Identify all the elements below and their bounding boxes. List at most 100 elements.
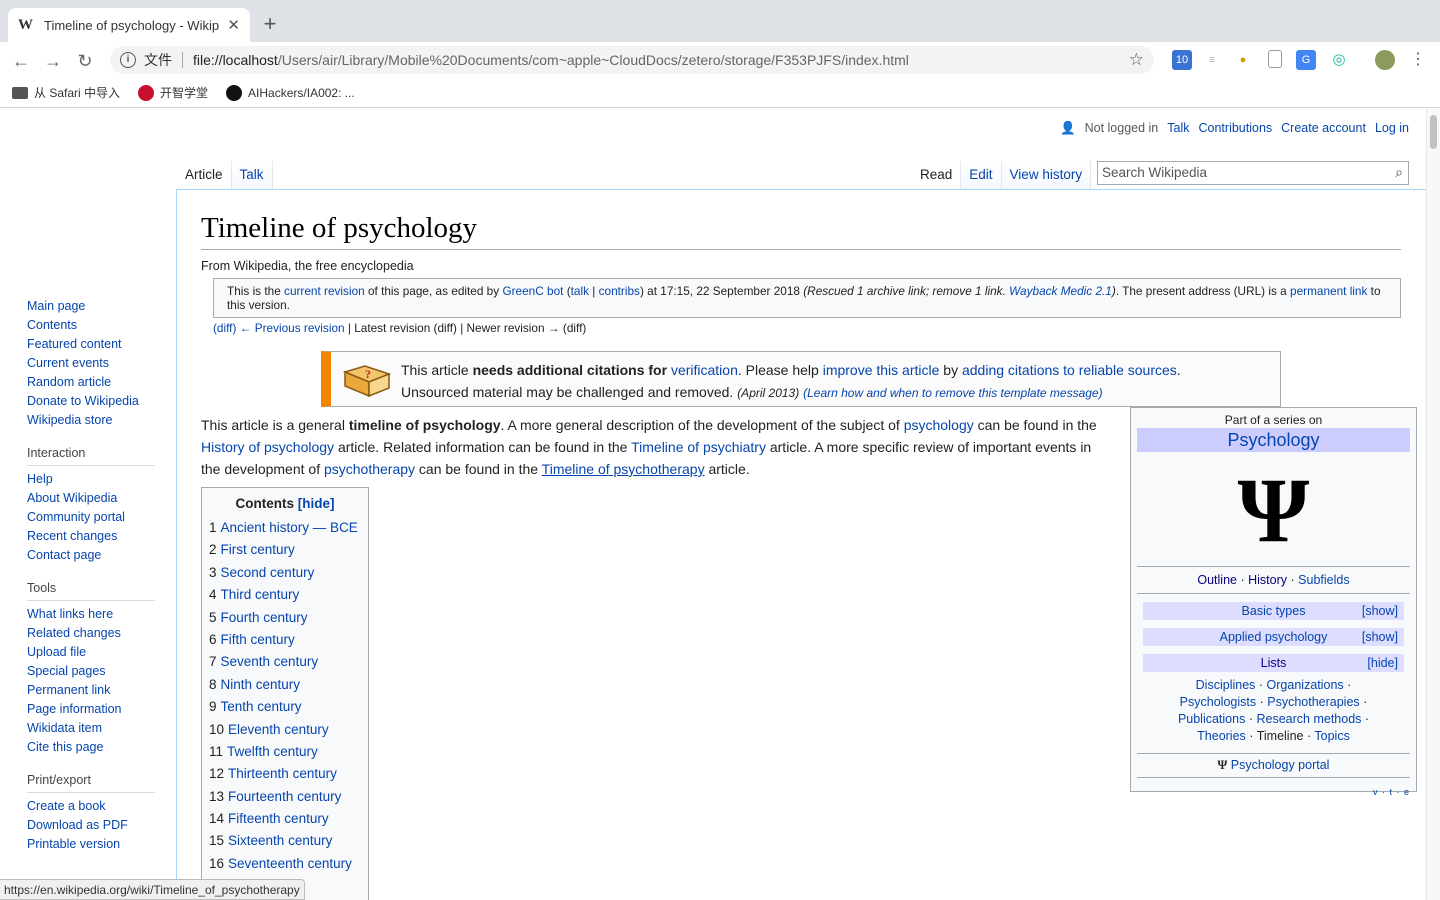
- bookmark-import[interactable]: 从 Safari 中导入: [12, 84, 120, 101]
- search-icon[interactable]: ⌕: [1395, 164, 1403, 181]
- organizations-link[interactable]: Organizations: [1267, 678, 1344, 692]
- translate-icon[interactable]: G: [1296, 50, 1316, 70]
- sidebar-item-random[interactable]: Random article: [27, 373, 157, 392]
- toc-link[interactable]: Fifth century: [221, 632, 295, 647]
- sidebar-item-printable[interactable]: Printable version: [27, 835, 157, 854]
- sidebar-item-cite[interactable]: Cite this page: [27, 738, 157, 757]
- timeline-psychotherapy-link[interactable]: Timeline of psychotherapy: [542, 461, 705, 477]
- timeline-psychiatry-link[interactable]: Timeline of psychiatry: [631, 439, 766, 455]
- show-toggle[interactable]: [show]: [1362, 628, 1398, 646]
- sidebar-item-permanent[interactable]: Permanent link: [27, 681, 157, 700]
- current-revision-link[interactable]: current revision: [284, 284, 365, 298]
- toc-link[interactable]: Seventh century: [221, 654, 319, 669]
- show-toggle[interactable]: [show]: [1362, 602, 1398, 620]
- toc-item[interactable]: 16 Seventeenth century: [209, 853, 361, 875]
- editor-talk-link[interactable]: talk: [571, 284, 589, 298]
- section-applied[interactable]: Applied psychology [show]: [1143, 628, 1404, 646]
- tab-article[interactable]: Article: [177, 161, 232, 189]
- section-lists[interactable]: Lists [hide]: [1143, 654, 1404, 672]
- tab-read[interactable]: Read: [912, 161, 962, 189]
- toc-item[interactable]: 15 Sixteenth century: [209, 830, 361, 852]
- disciplines-link[interactable]: Disciplines: [1196, 678, 1256, 692]
- toc-link[interactable]: Fifteenth century: [228, 811, 329, 826]
- forward-icon[interactable]: →: [40, 48, 66, 74]
- verification-link[interactable]: verification: [671, 362, 738, 378]
- tab-edit[interactable]: Edit: [961, 161, 1002, 189]
- toc-item[interactable]: 8 Ninth century: [209, 674, 361, 696]
- sidebar-item-donate[interactable]: Donate to Wikipedia: [27, 392, 157, 411]
- sidebar-item-special[interactable]: Special pages: [27, 662, 157, 681]
- toc-link[interactable]: Seventeenth century: [228, 856, 352, 871]
- topics-link[interactable]: Topics: [1314, 729, 1349, 743]
- psychotherapy-link[interactable]: psychotherapy: [324, 461, 415, 477]
- sidebar-item-contact[interactable]: Contact page: [27, 546, 157, 565]
- search-input[interactable]: Search Wikipedia ⌕: [1097, 161, 1409, 185]
- address-bar[interactable]: i 文件 file://localhost/Users/air/Library/…: [110, 46, 1154, 74]
- history-link[interactable]: History: [1248, 573, 1287, 587]
- toc-item[interactable]: 6 Fifth century: [209, 629, 361, 651]
- close-tab-icon[interactable]: ✕: [227, 16, 240, 34]
- series-title-link[interactable]: Psychology: [1137, 428, 1410, 452]
- toc-link[interactable]: Fourth century: [221, 610, 308, 625]
- publications-link[interactable]: Publications: [1178, 712, 1245, 726]
- browser-tab[interactable]: W Timeline of psychology - Wikip ✕: [8, 8, 250, 42]
- sidebar-item-create-book[interactable]: Create a book: [27, 797, 157, 816]
- bookmark-star-icon[interactable]: ☆: [1129, 50, 1144, 70]
- applied-psychology-link[interactable]: Applied psychology: [1220, 630, 1328, 644]
- toc-item[interactable]: 10 Eleventh century: [209, 719, 361, 741]
- profile-avatar[interactable]: [1375, 50, 1395, 70]
- log-in-link[interactable]: Log in: [1375, 121, 1409, 136]
- sidebar-item-recent-changes[interactable]: Recent changes: [27, 527, 157, 546]
- psychology-link[interactable]: psychology: [904, 417, 974, 433]
- toc-item[interactable]: 1 Ancient history — BCE: [209, 517, 361, 539]
- editor-contribs-link[interactable]: contribs: [599, 284, 640, 298]
- sidebar-item-wikidata[interactable]: Wikidata item: [27, 719, 157, 738]
- toc-item[interactable]: 4 Third century: [209, 584, 361, 606]
- tab-talk[interactable]: Talk: [231, 161, 273, 189]
- info-icon[interactable]: i: [120, 52, 136, 68]
- section-basic-types[interactable]: Basic types [show]: [1143, 602, 1404, 620]
- toc-link[interactable]: Eleventh century: [228, 722, 329, 737]
- psychotherapies-link[interactable]: Psychotherapies: [1267, 695, 1359, 709]
- new-tab-icon[interactable]: +: [258, 12, 282, 36]
- outline-link[interactable]: Outline: [1197, 573, 1237, 587]
- page-scrollbar[interactable]: [1426, 109, 1440, 900]
- basic-types-link[interactable]: Basic types: [1242, 604, 1306, 618]
- toc-link[interactable]: Thirteenth century: [228, 766, 337, 781]
- lists-link[interactable]: Lists: [1261, 656, 1287, 670]
- sidebar-item-about[interactable]: About Wikipedia: [27, 489, 157, 508]
- toc-item[interactable]: 9 Tenth century: [209, 696, 361, 718]
- sidebar-item-current-events[interactable]: Current events: [27, 354, 157, 373]
- research-methods-link[interactable]: Research methods: [1256, 712, 1361, 726]
- tab-view-history[interactable]: View history: [1001, 161, 1092, 189]
- toc-item[interactable]: 14 Fifteenth century: [209, 808, 361, 830]
- toc-link[interactable]: Ninth century: [221, 677, 301, 692]
- bookmark-kaizhi[interactable]: 开智学堂: [138, 84, 208, 101]
- toc-link[interactable]: Second century: [221, 565, 315, 580]
- permanent-link[interactable]: permanent link: [1290, 284, 1367, 298]
- reload-icon[interactable]: ↻: [72, 48, 98, 74]
- sidebar-item-upload[interactable]: Upload file: [27, 643, 157, 662]
- psychologists-link[interactable]: Psychologists: [1180, 695, 1256, 709]
- toc-item[interactable]: 2 First century: [209, 539, 361, 561]
- extension-shield-icon[interactable]: ◎: [1329, 50, 1349, 70]
- toc-item[interactable]: 7 Seventh century: [209, 651, 361, 673]
- contributions-link[interactable]: Contributions: [1199, 121, 1273, 136]
- vte-text[interactable]: v · t · e: [1373, 787, 1410, 797]
- create-account-link[interactable]: Create account: [1281, 121, 1366, 136]
- learn-remove-link[interactable]: (Learn how and when to remove this templ…: [803, 386, 1103, 400]
- toc-hide-toggle[interactable]: [hide]: [298, 496, 335, 511]
- toc-item[interactable]: 11 Twelfth century: [209, 741, 361, 763]
- toc-item[interactable]: 12 Thirteenth century: [209, 763, 361, 785]
- back-icon[interactable]: ←: [8, 48, 34, 74]
- diff-link[interactable]: (diff): [213, 321, 236, 335]
- wayback-medic-link[interactable]: Wayback Medic 2.1: [1009, 284, 1112, 298]
- toc-link[interactable]: Ancient history — BCE: [221, 520, 358, 535]
- extension-key-icon[interactable]: ●: [1233, 50, 1253, 70]
- subfields-link[interactable]: Subfields: [1298, 573, 1349, 587]
- menu-kebab-icon[interactable]: ⋮: [1408, 50, 1428, 70]
- sidebar-item-page-info[interactable]: Page information: [27, 700, 157, 719]
- sidebar-item-featured[interactable]: Featured content: [27, 335, 157, 354]
- toc-item[interactable]: 13 Fourteenth century: [209, 786, 361, 808]
- sidebar-item-help[interactable]: Help: [27, 470, 157, 489]
